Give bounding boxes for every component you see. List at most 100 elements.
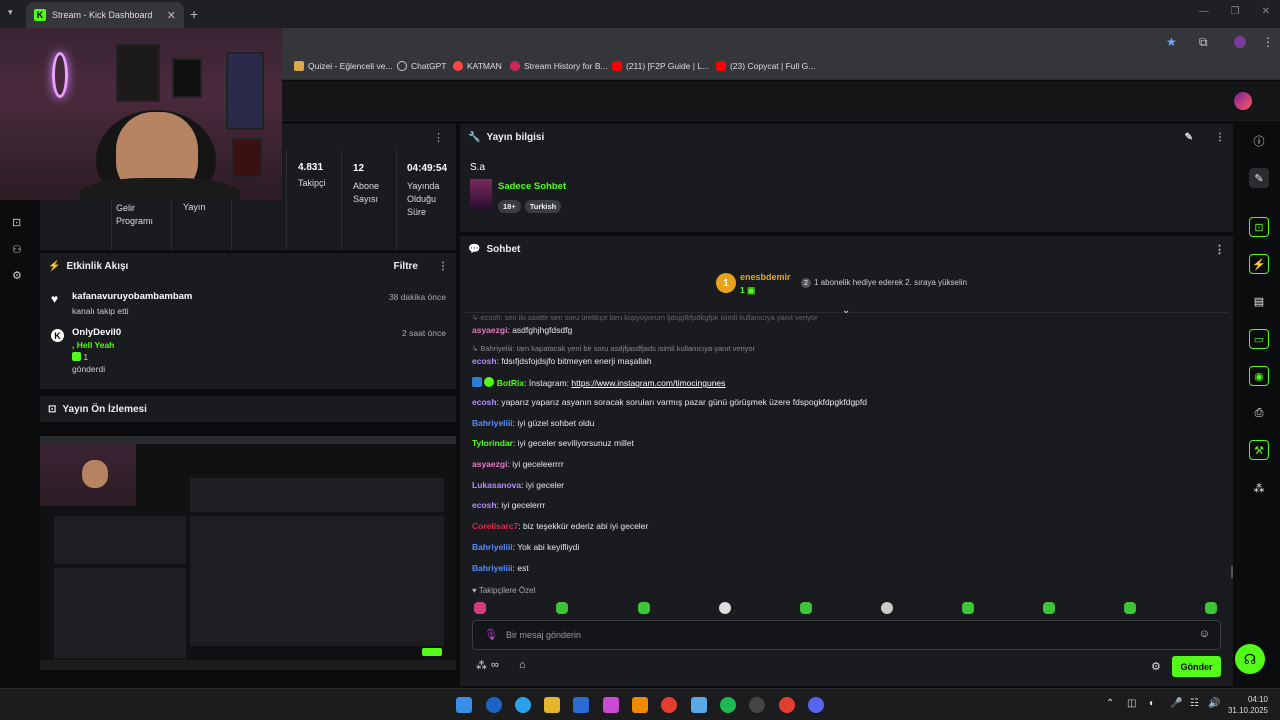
chat-menu-icon[interactable]: ⋮ bbox=[1214, 243, 1225, 256]
close-window-icon[interactable]: ✕ bbox=[1262, 6, 1270, 17]
bookmark-item[interactable]: (211) [F2P Guide | L... bbox=[612, 61, 709, 71]
top-gifter-name[interactable]: enesbdemir bbox=[740, 272, 791, 282]
chat-username[interactable]: asyaezgi bbox=[472, 325, 507, 335]
network-icon[interactable]: ☷ bbox=[1190, 698, 1199, 709]
emote-icon[interactable] bbox=[556, 602, 568, 614]
chat-username[interactable]: Bahriyeliii bbox=[472, 563, 513, 573]
browser-tab[interactable]: K Stream - Kick Dashboard ✕ bbox=[26, 2, 184, 28]
emote-icon[interactable] bbox=[638, 602, 650, 614]
chat-username[interactable]: ecosh bbox=[472, 356, 497, 366]
bookmark-star-icon[interactable]: ★ bbox=[1166, 35, 1177, 49]
tag[interactable]: 18+ bbox=[498, 200, 521, 213]
tab-close-icon[interactable]: ✕ bbox=[167, 9, 176, 22]
browser-menu-icon[interactable]: ⋮ bbox=[1262, 35, 1274, 49]
screen-icon[interactable]: ⊡ bbox=[1249, 217, 1269, 237]
chat-bubble-icon[interactable]: ▭ bbox=[1249, 329, 1269, 349]
bookmark-item[interactable]: (23) Copycat | Full G... bbox=[716, 61, 815, 71]
community-icon[interactable]: ⁂ bbox=[476, 659, 487, 672]
filter-button[interactable]: Filtre bbox=[394, 261, 418, 272]
maximize-icon[interactable]: ❐ bbox=[1231, 6, 1240, 17]
tray-chevron-icon[interactable]: ⌃ bbox=[1106, 698, 1114, 709]
community-icon[interactable]: ⁂ bbox=[1249, 478, 1269, 498]
link-icon[interactable]: ∞ bbox=[491, 659, 499, 671]
tag[interactable]: Turkish bbox=[524, 200, 562, 213]
tray-app-icon[interactable]: ◐ bbox=[1149, 698, 1155, 709]
support-headset-icon[interactable]: ☊ bbox=[1235, 644, 1265, 674]
chat-input-field[interactable]: 🎙 Bir mesaj gönderin ☺ bbox=[472, 620, 1221, 650]
stats-menu-icon[interactable]: ⋮ bbox=[433, 131, 444, 144]
chrome-icon[interactable] bbox=[779, 697, 795, 713]
edit-icon[interactable]: ✎ bbox=[1249, 168, 1269, 188]
bookmark-item[interactable]: Stream History for B... bbox=[510, 61, 608, 71]
edit-icon[interactable]: ✎ bbox=[1185, 132, 1193, 143]
vlc-icon[interactable] bbox=[632, 697, 648, 713]
chat-settings-icon[interactable]: ⚙ bbox=[1151, 660, 1161, 673]
microphone-icon[interactable]: 🎙 bbox=[484, 628, 498, 641]
stat-stream[interactable]: Yayın bbox=[183, 202, 205, 212]
chat-username[interactable]: Tylorindar bbox=[472, 438, 513, 448]
emote-icon[interactable] bbox=[719, 602, 731, 614]
discord-icon[interactable] bbox=[808, 697, 824, 713]
settings-icon[interactable]: ⚙ bbox=[12, 269, 22, 282]
screen-icon[interactable]: ⊡ bbox=[12, 216, 21, 229]
emote-icon[interactable] bbox=[962, 602, 974, 614]
chat-username[interactable]: ecosh bbox=[472, 500, 497, 510]
broadcast-icon[interactable]: ◉ bbox=[1249, 366, 1269, 386]
tab-search-icon[interactable]: ▾ bbox=[8, 7, 13, 18]
wrench-icon[interactable]: ⚒ bbox=[1249, 440, 1269, 460]
print-icon[interactable]: ⎙ bbox=[1249, 403, 1269, 423]
profile-avatar[interactable] bbox=[1234, 36, 1246, 48]
bookmark-item[interactable]: Quizei - Eğlenceli ve... bbox=[294, 61, 393, 71]
copilot-icon[interactable] bbox=[603, 697, 619, 713]
chat-username[interactable]: Lukasanova bbox=[472, 480, 521, 490]
document-icon[interactable]: ▤ bbox=[1249, 291, 1269, 311]
chat-username[interactable]: Corelisarc7 bbox=[472, 521, 518, 531]
file-explorer-icon[interactable] bbox=[544, 697, 560, 713]
chat-username[interactable]: BotRix bbox=[497, 378, 524, 388]
chat-username[interactable]: Bahriyeliii bbox=[472, 418, 513, 428]
emote-icon[interactable] bbox=[1205, 602, 1217, 614]
event-username[interactable]: OnlyDevil0 bbox=[72, 327, 121, 339]
users-icon[interactable]: ⚇ bbox=[12, 243, 22, 256]
app-icon[interactable] bbox=[691, 697, 707, 713]
emote-icon[interactable] bbox=[1124, 602, 1136, 614]
send-button[interactable]: Gönder bbox=[1172, 656, 1221, 677]
chat-username[interactable]: asyaezgi bbox=[472, 459, 507, 469]
stream-preview-video[interactable] bbox=[40, 436, 456, 670]
category-thumbnail[interactable] bbox=[470, 179, 492, 209]
start-icon[interactable] bbox=[456, 697, 472, 713]
collapse-chevron-icon[interactable]: ⌄ bbox=[842, 305, 850, 316]
stat-revenue-program[interactable]: Gelir Programı bbox=[116, 202, 153, 228]
category-name[interactable]: Sadece Sohbet bbox=[498, 181, 566, 192]
chrome-icon[interactable] bbox=[661, 697, 677, 713]
tray-app-icon[interactable]: ◫ bbox=[1127, 698, 1136, 709]
activity-menu-icon[interactable]: ⋮ bbox=[438, 261, 448, 272]
event-username[interactable]: kafanavuruyobambambam bbox=[72, 291, 192, 302]
emote-icon[interactable] bbox=[881, 602, 893, 614]
chat-link[interactable]: https://www.instagram.com/timocingunes bbox=[571, 378, 725, 388]
volume-icon[interactable]: 🔊 bbox=[1208, 698, 1220, 709]
microphone-icon[interactable]: 🎤 bbox=[1170, 698, 1182, 709]
emote-icon[interactable] bbox=[800, 602, 812, 614]
chat-scrollbar[interactable] bbox=[1231, 566, 1233, 578]
emoji-icon[interactable]: ☺ bbox=[1199, 628, 1210, 640]
info-icon[interactable]: ⓘ bbox=[1249, 131, 1269, 151]
user-avatar[interactable] bbox=[1234, 92, 1252, 110]
minimize-icon[interactable]: — bbox=[1199, 6, 1209, 17]
bolt-icon[interactable]: ⚡ bbox=[1249, 254, 1269, 274]
stream-info-menu-icon[interactable]: ⋮ bbox=[1215, 132, 1225, 143]
system-clock[interactable]: 04:10 31.10.2025 bbox=[1228, 694, 1268, 716]
extensions-icon[interactable]: ⧉ bbox=[1199, 35, 1208, 50]
chat-username[interactable]: Bahriyeliii bbox=[472, 542, 513, 552]
store-icon[interactable]: ⌂ bbox=[519, 659, 526, 671]
emote-icon[interactable] bbox=[474, 602, 486, 614]
emote-icon[interactable] bbox=[1043, 602, 1055, 614]
spotify-icon[interactable] bbox=[720, 697, 736, 713]
new-tab-button[interactable]: + bbox=[190, 6, 198, 22]
bookmark-item[interactable]: ChatGPT bbox=[397, 61, 446, 71]
bookmark-item[interactable]: KATMAN bbox=[453, 61, 502, 71]
obs-icon[interactable] bbox=[749, 697, 765, 713]
chat-username[interactable]: ecosh bbox=[472, 397, 497, 407]
store-icon[interactable] bbox=[573, 697, 589, 713]
edge-icon[interactable] bbox=[515, 697, 531, 713]
